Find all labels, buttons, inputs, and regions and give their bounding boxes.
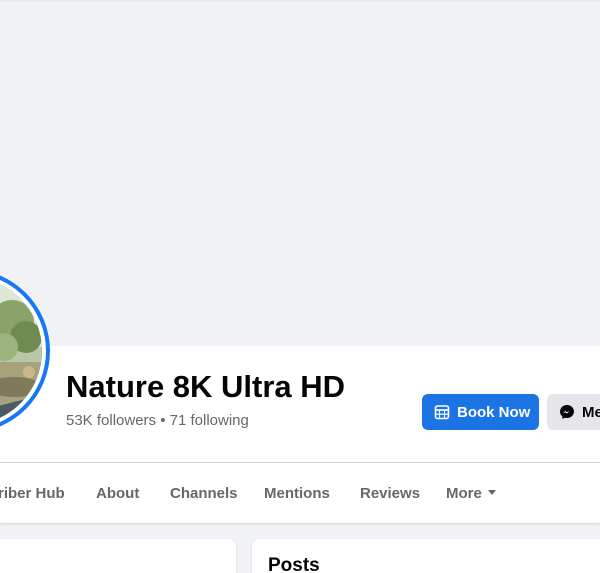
tab-channels[interactable]: Channels xyxy=(170,485,238,503)
book-now-label: Book Now xyxy=(457,403,531,421)
messenger-icon xyxy=(559,404,575,420)
book-now-button[interactable]: Book Now xyxy=(422,394,539,430)
tab-mentions[interactable]: Mentions xyxy=(264,485,330,503)
tab-subscriber-hub[interactable]: riber Hub xyxy=(0,485,65,503)
message-label: Me xyxy=(582,403,600,421)
calendar-icon xyxy=(434,404,450,420)
tab-more[interactable]: More xyxy=(446,485,496,503)
posts-title: Posts xyxy=(268,555,320,573)
tab-more-label: More xyxy=(446,485,482,502)
tab-about[interactable]: About xyxy=(96,485,139,503)
page-tabs: riber Hub About Channels Mentions Review… xyxy=(0,463,600,523)
cover-photo[interactable] xyxy=(0,0,600,346)
follower-stats[interactable]: 53K followers • 71 following xyxy=(66,411,249,431)
tab-reviews[interactable]: Reviews xyxy=(360,485,420,503)
page-root: Nature 8K Ultra HD 53K followers • 71 fo… xyxy=(0,0,600,573)
intro-card xyxy=(0,539,236,573)
page-title: Nature 8K Ultra HD xyxy=(66,369,346,404)
caret-down-icon xyxy=(487,489,496,495)
message-button[interactable]: Me xyxy=(547,394,600,430)
posts-card: Posts xyxy=(252,539,600,573)
